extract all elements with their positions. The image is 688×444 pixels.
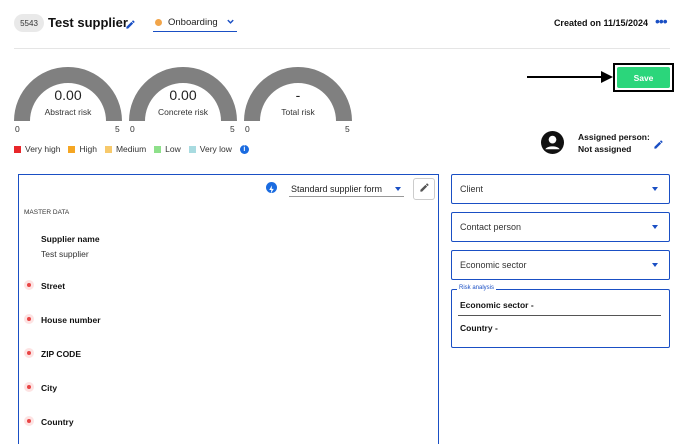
status-dot bbox=[155, 19, 162, 26]
gauge-min: 0 bbox=[15, 124, 20, 134]
gauge-max: 5 bbox=[115, 124, 120, 134]
legend-swatch bbox=[68, 145, 76, 153]
required-dot-icon bbox=[24, 280, 34, 290]
gauge-max: 5 bbox=[230, 124, 235, 134]
gauge-value: 0.00 bbox=[54, 87, 82, 103]
legend-item: Medium bbox=[104, 144, 147, 154]
gauge-min: 0 bbox=[130, 124, 135, 134]
sector-select-label: Economic sector bbox=[460, 260, 527, 270]
field-value[interactable]: Test supplier bbox=[41, 249, 89, 259]
legend-label: Low bbox=[165, 144, 181, 154]
required-dot-icon bbox=[24, 314, 34, 324]
caret-down-icon bbox=[652, 187, 658, 191]
risk-analysis-title: Risk analysis bbox=[457, 285, 497, 291]
header-divider bbox=[14, 48, 670, 49]
legend-swatch bbox=[188, 145, 196, 153]
section-title: MASTER DATA bbox=[24, 209, 70, 216]
contact-select-label: Contact person bbox=[460, 222, 522, 232]
legend-swatch bbox=[154, 145, 162, 153]
edit-title-icon[interactable] bbox=[125, 17, 136, 35]
client-select-label: Client bbox=[460, 184, 484, 194]
contact-person-select[interactable]: Contact person bbox=[451, 212, 670, 242]
caret-down-icon bbox=[652, 263, 658, 267]
save-button[interactable]: Save bbox=[617, 67, 670, 88]
gauge-label: Total risk bbox=[281, 107, 315, 117]
gauge-label: Concrete risk bbox=[157, 107, 209, 117]
legend-item: High bbox=[68, 144, 97, 154]
legend-item: Very high bbox=[14, 144, 60, 154]
master-data-panel bbox=[18, 174, 439, 444]
required-dot-icon bbox=[24, 416, 34, 426]
field-label[interactable]: Street bbox=[41, 281, 65, 291]
form-template-select[interactable]: Standard supplier form bbox=[289, 181, 404, 197]
caret-down-icon bbox=[395, 186, 401, 191]
gauge-label: Abstract risk bbox=[44, 107, 92, 117]
status-select[interactable]: Onboarding bbox=[153, 14, 237, 32]
arrow-right-icon bbox=[527, 70, 613, 89]
gauge-min: 0 bbox=[245, 124, 250, 134]
required-dot-icon bbox=[24, 348, 34, 358]
gauge-max: 5 bbox=[345, 124, 350, 134]
legend-label: Medium bbox=[115, 144, 147, 154]
gauge-concrete-risk: 0.00 Concrete risk 0 5 bbox=[129, 65, 239, 135]
economic-sector-select[interactable]: Economic sector bbox=[451, 250, 670, 280]
required-dot-icon bbox=[24, 382, 34, 392]
edit-assignee-icon[interactable] bbox=[653, 137, 664, 155]
status-value: Onboarding bbox=[168, 17, 218, 28]
legend-label: Very high bbox=[25, 144, 61, 154]
legend-item: Low bbox=[154, 144, 181, 154]
bolt-icon bbox=[266, 182, 277, 194]
gauge-value: 0.00 bbox=[169, 87, 197, 103]
field-label[interactable]: City bbox=[41, 383, 57, 393]
legend-label: High bbox=[79, 144, 97, 154]
field-label[interactable]: ZIP CODE bbox=[41, 349, 81, 359]
risk-divider bbox=[458, 315, 661, 316]
risk-economic-sector: Economic sector - bbox=[460, 300, 534, 310]
field-label[interactable]: Country bbox=[41, 417, 74, 427]
more-dots-icon[interactable]: ••• bbox=[655, 14, 668, 28]
risk-analysis-box bbox=[451, 289, 670, 348]
chevron-down-icon bbox=[226, 17, 235, 29]
account-circle-icon bbox=[541, 131, 564, 159]
legend-swatch bbox=[14, 145, 21, 153]
gauge-total-risk: - Total risk 0 5 bbox=[244, 65, 354, 135]
info-icon[interactable]: i bbox=[239, 144, 249, 154]
assigned-value: Not assigned bbox=[578, 144, 632, 154]
field-label: Supplier name bbox=[41, 234, 100, 244]
gauge-value: - bbox=[295, 87, 301, 103]
assigned-label: Assigned person: bbox=[578, 132, 650, 142]
legend-item: Very low bbox=[188, 144, 232, 154]
risk-legend: Very high High Medium Low Very low i bbox=[14, 144, 249, 154]
created-date: Created on 11/15/2024 bbox=[553, 18, 648, 28]
risk-country: Country - bbox=[460, 323, 498, 333]
edit-form-button[interactable] bbox=[413, 178, 435, 200]
pencil-icon bbox=[419, 180, 430, 198]
client-select[interactable]: Client bbox=[451, 174, 670, 204]
field-label[interactable]: House number bbox=[41, 315, 101, 325]
legend-swatch bbox=[104, 145, 112, 153]
assigned-person: Assigned person: Not assigned bbox=[578, 131, 650, 155]
caret-down-icon bbox=[652, 225, 658, 229]
gauge-abstract-risk: 0.00 Abstract risk 0 5 bbox=[14, 65, 124, 135]
page-title: Test supplier bbox=[48, 15, 128, 30]
supplier-id-badge: 5543 bbox=[14, 14, 44, 32]
legend-label: Very low bbox=[199, 144, 232, 154]
form-template-value: Standard supplier form bbox=[291, 183, 383, 194]
